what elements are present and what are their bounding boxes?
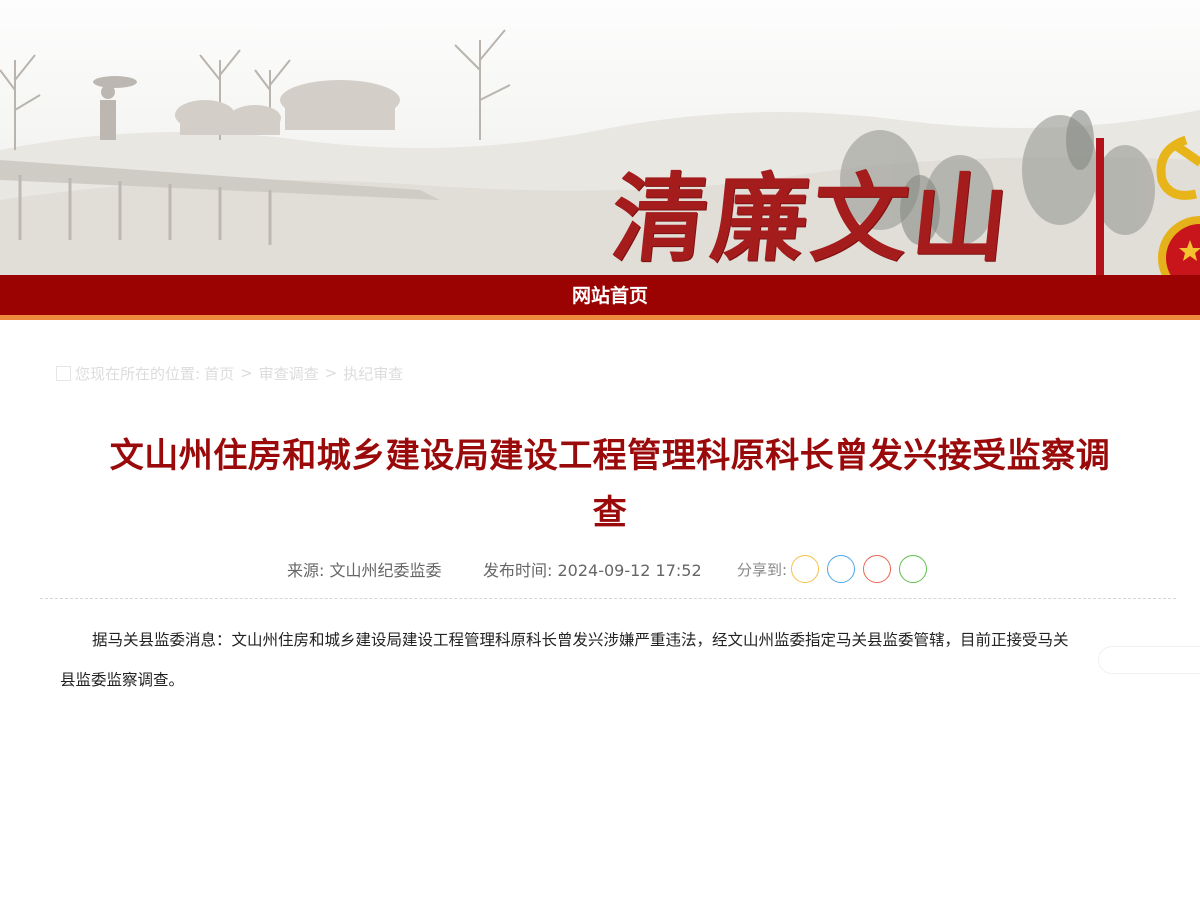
meta-divider [40, 598, 1176, 599]
qq-icon[interactable] [827, 555, 856, 583]
party-emblem-icon [1156, 135, 1200, 275]
share-bar: 分享到: [737, 555, 935, 583]
weibo-icon[interactable] [863, 555, 892, 583]
breadcrumb-review-investigation[interactable]: 审查调查 [259, 363, 319, 384]
breadcrumb-prefix: 您现在所在的位置: [75, 364, 201, 383]
article-meta: 来源: 文山州纪委监委 发布时间: 2024-09-12 17:52 分享到: [0, 554, 1200, 584]
location-icon [56, 365, 71, 381]
article-title: 文山州住房和城乡建设局建设工程管理科原科长曾发兴接受监察调查 [109, 436, 1111, 533]
breadcrumb: 您现在所在的位置: 首页 > 审查调查 > 执纪审查 [56, 362, 403, 384]
qzone-icon[interactable] [791, 555, 820, 583]
share-label: 分享到: [737, 560, 788, 579]
breadcrumb-separator: > [240, 364, 253, 382]
article-body: 据马关县监委消息：文山州住房和城乡建设局建设工程管理科原科长曾发兴涉嫌严重违法，… [60, 631, 1069, 689]
breadcrumb-home[interactable]: 首页 [204, 363, 234, 384]
article-source: 来源: 文山州纪委监委 [287, 561, 442, 580]
breadcrumb-separator: > [324, 364, 338, 382]
brand-title: 清廉文山 [606, 162, 1018, 275]
article-publish-time: 发布时间: 2024-09-12 17:52 [483, 561, 702, 580]
banner-divider [1096, 138, 1104, 275]
site-banner: 清廉文山 [0, 0, 1200, 275]
floating-side-widget[interactable] [1098, 646, 1200, 674]
nav-home-link[interactable]: 网站首页 [552, 281, 648, 310]
main-nav: 网站首页 [0, 275, 1200, 320]
breadcrumb-discipline-review[interactable]: 执纪审查 [343, 363, 403, 384]
wechat-icon[interactable] [899, 555, 928, 583]
